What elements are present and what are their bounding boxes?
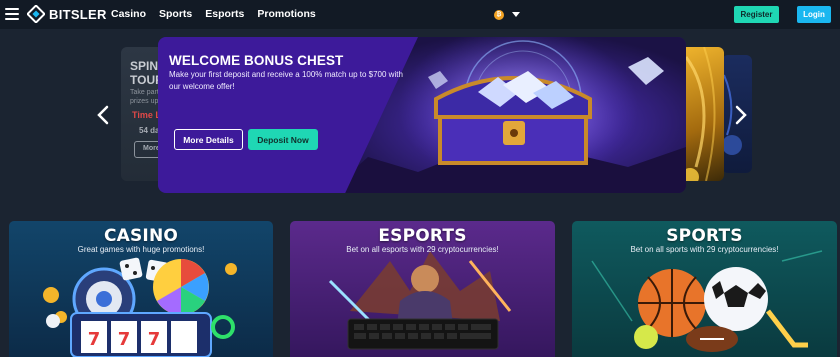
sports-card-title: SPORTS (666, 226, 743, 246)
sports-category-card[interactable]: SPORTS Bet on all sports with 29 cryptoc… (572, 221, 837, 357)
register-button[interactable]: Register (734, 6, 779, 23)
main-nav: Casino Sports Esports Promotions (111, 8, 329, 20)
top-navigation-bar: BITSLER Casino Sports Esports Promotions… (0, 0, 840, 29)
casino-category-card[interactable]: 7 7 7 CASINO Great games with huge promo… (9, 221, 273, 357)
menu-icon[interactable] (5, 8, 19, 20)
hero-title: WELCOME BONUS CHEST (169, 53, 344, 68)
esports-card-subtitle: Bet on all esports with 29 cryptocurrenc… (346, 245, 499, 254)
casino-card-title: CASINO (103, 226, 179, 246)
brand-logo[interactable]: BITSLER (27, 5, 107, 23)
esports-category-card[interactable]: ESPORTS Bet on all esports with 29 crypt… (290, 221, 555, 357)
promo-carousel: SPIN TOUR Take part prizes up Time L 54 … (0, 29, 840, 209)
esports-card-title: ESPORTS (378, 226, 467, 246)
side-card-time-label: Time L (132, 110, 161, 120)
svg-text:7: 7 (88, 329, 101, 350)
side-card-days: 54 da (139, 126, 160, 135)
carousel-prev-arrow-icon[interactable] (96, 105, 110, 125)
svg-text:7: 7 (118, 329, 131, 350)
nav-casino[interactable]: Casino (111, 8, 146, 20)
deposit-now-button[interactable]: Deposit Now (248, 129, 318, 150)
svg-text:7: 7 (148, 329, 161, 350)
chevron-down-icon[interactable] (512, 12, 520, 17)
carousel-next-arrow-icon[interactable] (734, 105, 748, 125)
nav-sports[interactable]: Sports (159, 8, 192, 20)
sports-card-subtitle: Bet on all sports with 29 cryptocurrenci… (630, 245, 779, 254)
bitsler-logo-icon (27, 5, 45, 23)
brand-name: BITSLER (49, 6, 107, 22)
nav-esports[interactable]: Esports (205, 8, 244, 20)
more-details-button[interactable]: More Details (174, 129, 243, 150)
hero-banner[interactable]: WELCOME BONUS CHEST Make your first depo… (158, 37, 686, 193)
casino-card-subtitle: Great games with huge promotions! (77, 245, 205, 254)
side-card-text: Take part prizes up (130, 89, 159, 105)
bitcoin-icon[interactable]: ₿ (494, 10, 504, 20)
login-button[interactable]: Login (797, 6, 831, 23)
nav-promotions[interactable]: Promotions (257, 8, 315, 20)
hero-subtitle: Make your first deposit and receive a 10… (169, 70, 403, 91)
